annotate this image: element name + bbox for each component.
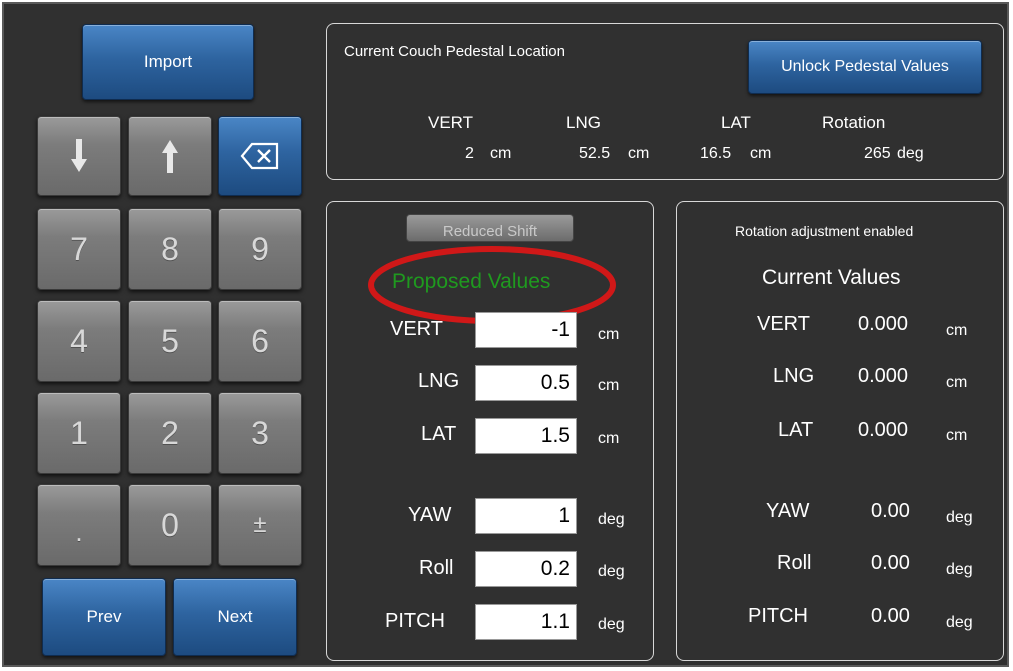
current-value-lat: 0.000 [858, 419, 909, 441]
current-label-lat: LAT [778, 419, 814, 441]
current-value-roll: 0.00 [871, 552, 910, 574]
proposed-unit-lat: cm [598, 430, 620, 447]
proposed-label-yaw: YAW [408, 504, 452, 526]
current-label-yaw: YAW [766, 500, 810, 522]
proposed-label-vert: VERT [390, 318, 443, 340]
current-label-pitch: PITCH [748, 605, 808, 627]
current-unit-lat: cm [946, 427, 968, 444]
proposed-unit-pitch: deg [598, 616, 625, 633]
current-value-yaw: 0.00 [871, 500, 910, 522]
rotation-status: Rotation adjustment enabled [735, 223, 914, 239]
current-unit-pitch: deg [946, 614, 973, 631]
proposed-yaw-input[interactable]: 1 [475, 498, 577, 534]
proposed-pitch-input[interactable]: 1.1 [475, 604, 577, 640]
proposed-roll-input[interactable]: 0.2 [475, 551, 577, 587]
current-unit-roll: deg [946, 561, 973, 578]
current-label-vert: VERT [757, 313, 810, 335]
current-label-lng: LNG [773, 365, 815, 387]
current-unit-lng: cm [946, 374, 968, 391]
proposed-label-pitch: PITCH [385, 610, 445, 632]
current-value-pitch: 0.00 [871, 605, 910, 627]
proposed-lat-input[interactable]: 1.5 [475, 418, 577, 454]
current-values-title: Current Values [762, 266, 901, 289]
proposed-lng-input[interactable]: 0.5 [475, 365, 577, 401]
proposed-unit-vert: cm [598, 326, 620, 343]
current-value-lng: 0.000 [858, 365, 909, 387]
proposed-label-roll: Roll [419, 557, 454, 579]
proposed-vert-input[interactable]: -1 [475, 312, 577, 348]
current-label-roll: Roll [777, 552, 812, 574]
proposed-label-lat: LAT [421, 423, 457, 445]
current-value-vert: 0.000 [858, 313, 909, 335]
proposed-unit-yaw: deg [598, 511, 625, 528]
current-unit-vert: cm [946, 322, 968, 339]
proposed-label-lng: LNG [418, 370, 460, 392]
current-unit-yaw: deg [946, 509, 973, 526]
proposed-unit-roll: deg [598, 563, 625, 580]
proposed-unit-lng: cm [598, 377, 620, 394]
